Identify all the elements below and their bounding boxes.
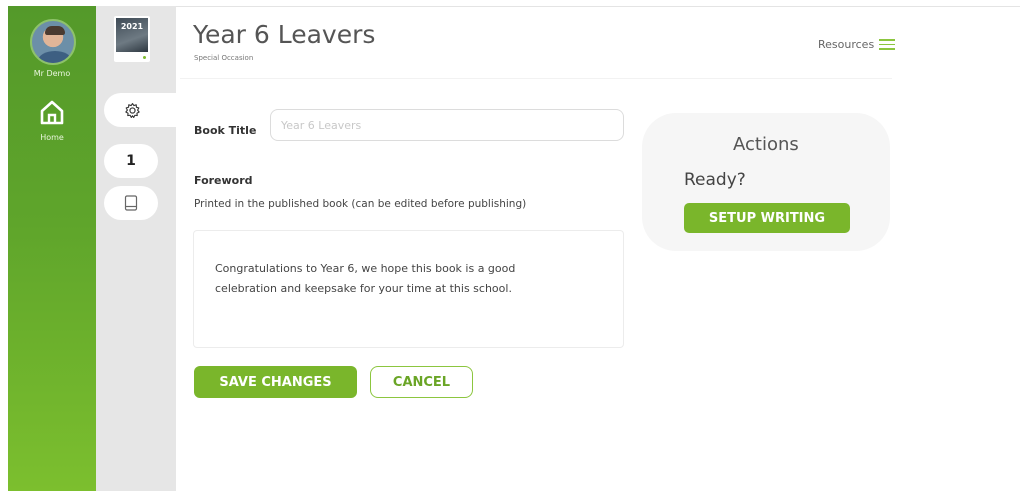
setup-writing-button[interactable]: SETUP WRITING <box>684 203 850 233</box>
foreword-label: Foreword <box>194 174 253 187</box>
gear-icon <box>124 102 140 118</box>
tab-page-1[interactable]: 1 <box>104 144 158 178</box>
home-icon[interactable] <box>37 97 67 127</box>
user-name: Mr Demo <box>33 69 71 78</box>
foreword-hint: Printed in the published book (can be ed… <box>194 198 527 210</box>
book-thumbnail[interactable]: 2021 <box>114 16 150 62</box>
foreword-textarea[interactable]: Congratulations to Year 6, we hope this … <box>193 230 624 348</box>
ready-label: Ready? <box>684 170 746 190</box>
page-subtitle: Special Occasion <box>194 54 254 62</box>
tab-settings[interactable] <box>104 93 176 127</box>
avatar-hair <box>45 26 65 35</box>
cancel-button[interactable]: CANCEL <box>370 366 473 398</box>
main-sidebar: Mr Demo Home <box>8 6 96 491</box>
book-sidebar <box>96 6 176 491</box>
book-title-label: Book Title <box>194 124 257 137</box>
resources-menu[interactable]: Resources <box>818 38 896 51</box>
header-divider <box>180 78 892 79</box>
tab-book-preview[interactable] <box>104 186 158 220</box>
book-cover-year: 2021 <box>120 22 144 31</box>
actions-title: Actions <box>733 134 799 155</box>
book-title-input[interactable] <box>270 109 624 141</box>
book-icon <box>124 195 138 211</box>
avatar[interactable] <box>30 19 76 65</box>
save-changes-button[interactable]: SAVE CHANGES <box>194 366 357 398</box>
home-label[interactable]: Home <box>8 133 96 142</box>
resources-label: Resources <box>818 38 875 51</box>
foreword-text: Congratulations to Year 6, we hope this … <box>215 262 516 295</box>
tab-page-number: 1 <box>126 153 136 169</box>
page-title: Year 6 Leavers <box>193 20 376 49</box>
avatar-shirt <box>38 51 72 63</box>
hamburger-menu-icon <box>879 39 896 50</box>
book-status-dot <box>143 56 146 59</box>
